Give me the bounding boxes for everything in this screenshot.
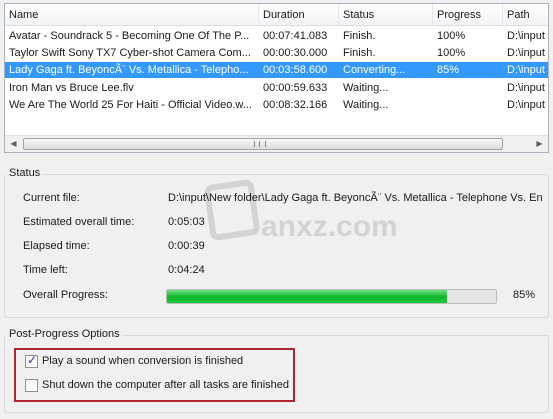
horizontal-scrollbar[interactable]: ◀ ▶ <box>5 135 548 152</box>
current-file-value: D:\input\New folder\Lady Gaga ft. Beyonc… <box>168 192 543 204</box>
overall-progress-bar <box>166 289 497 304</box>
shutdown-label[interactable]: Shut down the computer after all tasks a… <box>42 378 289 392</box>
cell-status: Finish. <box>343 30 376 42</box>
cell-path: D:\input <box>507 47 545 59</box>
cell-path: D:\input <box>507 64 545 76</box>
cell-progress: 100% <box>437 47 466 59</box>
table-row[interactable]: Avatar - Soundrack 5 - Becoming One Of T… <box>5 28 548 44</box>
cell-duration: 00:00:59.633 <box>263 82 328 94</box>
column-header-name[interactable]: Name <box>5 4 259 26</box>
cell-status: Waiting... <box>343 99 389 111</box>
shutdown-checkbox[interactable] <box>25 379 38 392</box>
table-row-selected[interactable]: Lady Gaga ft. BeyoncÃ¨ Vs. Metallica - T… <box>5 62 548 78</box>
cell-name: We Are The World 25 For Haiti - Official… <box>9 99 252 111</box>
cell-path: D:\input <box>507 99 545 111</box>
cell-status: Converting... <box>343 64 406 76</box>
current-file-label: Current file: <box>23 192 80 204</box>
cell-status: Waiting... <box>343 82 389 94</box>
cell-duration: 00:03:58.600 <box>263 64 328 76</box>
cell-duration: 00:00:30.000 <box>263 47 328 59</box>
cell-name: Iron Man vs Bruce Lee.flv <box>9 82 134 94</box>
watermark-logo-icon <box>203 178 261 242</box>
elapsed-time-label: Elapsed time: <box>23 240 90 252</box>
column-header-duration[interactable]: Duration <box>259 4 339 26</box>
cell-duration: 00:08:32.166 <box>263 99 328 111</box>
table-row[interactable]: Iron Man vs Bruce Lee.flv 00:00:59.633 W… <box>5 80 548 96</box>
column-header-progress[interactable]: Progress <box>433 4 503 26</box>
time-left-value: 0:04:24 <box>168 264 205 276</box>
play-sound-label[interactable]: Play a sound when conversion is finished <box>42 354 243 368</box>
estimated-time-value: 0:05:03 <box>168 216 205 228</box>
cell-name: Taylor Swift Sony TX7 Cyber-shot Camera … <box>9 47 251 59</box>
play-sound-checkbox[interactable] <box>25 353 38 368</box>
watermark-text: anxz.com <box>261 210 398 243</box>
scroll-left-icon[interactable]: ◀ <box>5 136 22 152</box>
overall-progress-percent: 85% <box>513 289 536 301</box>
cell-progress <box>433 80 503 96</box>
grip-icon <box>254 141 266 147</box>
post-progress-title: Post-Progress Options <box>6 328 123 341</box>
table-row[interactable]: We Are The World 25 For Haiti - Official… <box>5 97 548 113</box>
cell-progress <box>433 97 503 113</box>
cell-path: D:\input <box>507 30 545 42</box>
status-group-title: Status <box>6 167 44 180</box>
time-left-label: Time left: <box>23 264 68 276</box>
elapsed-time-value: 0:00:39 <box>168 240 205 252</box>
scroll-right-icon[interactable]: ▶ <box>531 136 548 152</box>
column-header-path[interactable]: Path <box>503 4 548 26</box>
cell-progress: 100% <box>437 30 466 42</box>
table-row[interactable]: Taylor Swift Sony TX7 Cyber-shot Camera … <box>5 45 548 61</box>
scrollbar-thumb[interactable] <box>23 138 503 150</box>
cell-progress: 85% <box>437 64 460 76</box>
cell-duration: 00:07:41.083 <box>263 30 328 42</box>
overall-progress-fill <box>167 290 447 303</box>
cell-status: Finish. <box>343 47 376 59</box>
cell-name: Lady Gaga ft. BeyoncÃ¨ Vs. Metallica - T… <box>9 64 249 76</box>
column-header-status[interactable]: Status <box>339 4 433 26</box>
cell-path: D:\input <box>507 82 545 94</box>
file-list[interactable]: Name Duration Status Progress Path Avata… <box>4 3 549 153</box>
overall-progress-label: Overall Progress: <box>23 289 108 301</box>
cell-name: Avatar - Soundrack 5 - Becoming One Of T… <box>9 30 250 42</box>
list-header: Name Duration Status Progress Path <box>5 4 548 26</box>
estimated-time-label: Estimated overall time: <box>23 216 135 228</box>
